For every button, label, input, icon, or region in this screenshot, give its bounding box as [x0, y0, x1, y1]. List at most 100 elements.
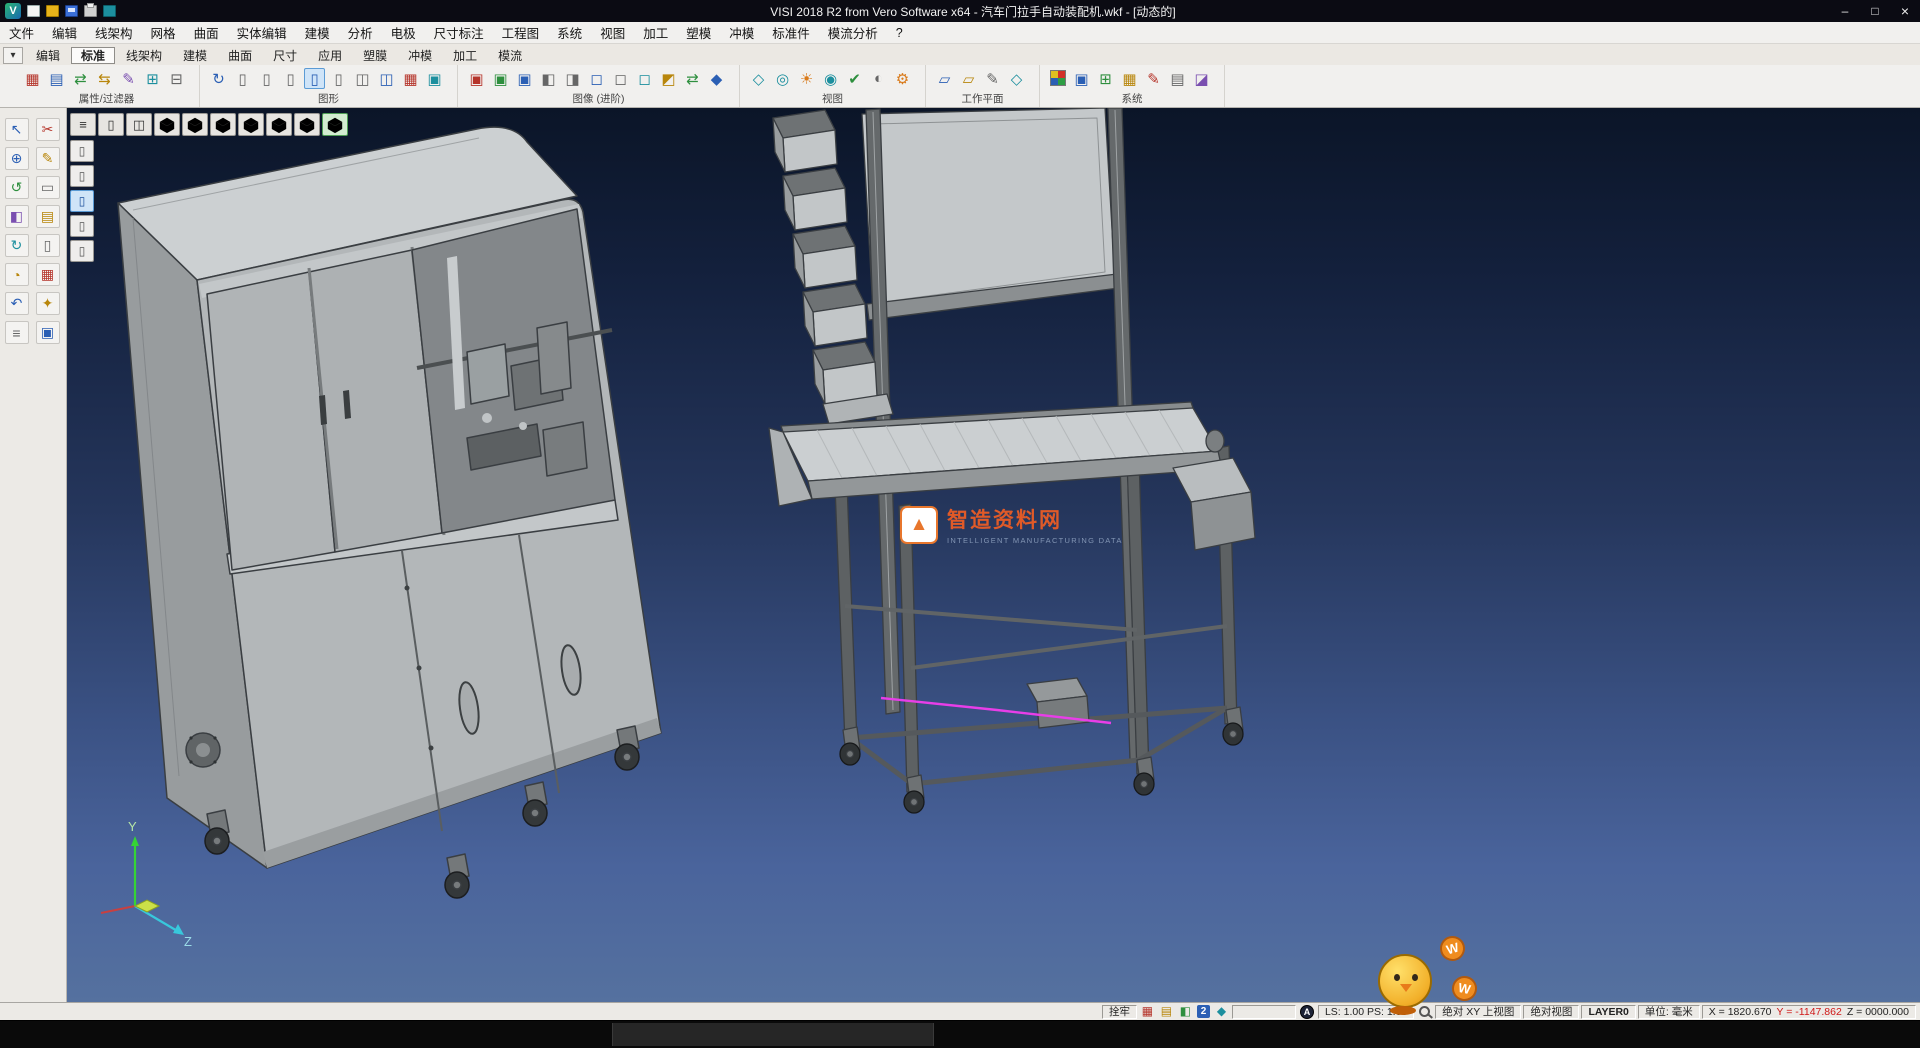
display-list-button-3[interactable] [70, 190, 94, 212]
workplane-alt-icon[interactable] [958, 68, 979, 89]
graphics-page-icon-4[interactable] [328, 68, 349, 89]
overlay-icon[interactable] [658, 68, 679, 89]
system-table-icon[interactable] [1167, 68, 1188, 89]
system-monitor-icon[interactable] [1071, 68, 1092, 89]
toolbar-dropdown-button[interactable]: ▾ [3, 47, 23, 64]
viewport-3d[interactable]: 智造资料网 INTELLIGENT MANUFACTURING DATA Y Z [67, 108, 1920, 1002]
menu-standard-parts[interactable]: 标准件 [763, 22, 819, 43]
iso-view-button-4[interactable] [238, 113, 264, 136]
wcs-status-icon[interactable] [1214, 1005, 1229, 1019]
half-shade-icon[interactable] [5, 205, 29, 228]
open-doc-status-icon[interactable] [1159, 1005, 1174, 1019]
favorite-star-icon[interactable] [36, 292, 60, 315]
display-list-button-1[interactable] [70, 140, 94, 162]
tab-mould[interactable]: 塑膜 [353, 47, 397, 64]
tab-standard[interactable]: 标准 [71, 47, 115, 64]
buffer-icon-3[interactable] [634, 68, 655, 89]
light-icon[interactable] [796, 68, 817, 89]
edit-pencil-icon[interactable] [36, 147, 60, 170]
view-split-button[interactable] [126, 113, 152, 136]
window-pair-icon-1[interactable] [352, 68, 373, 89]
graphics-page-icon-1[interactable] [232, 68, 253, 89]
save-file-icon[interactable] [65, 5, 78, 17]
pin-toggle[interactable]: 拴牢 [1102, 1005, 1137, 1019]
fill-status-icon[interactable] [1178, 1005, 1193, 1019]
sheet-icon[interactable] [36, 234, 60, 257]
graphics-page-icon-2[interactable] [256, 68, 277, 89]
edit-attributes-icon[interactable] [118, 68, 139, 89]
menu-solid-edit[interactable]: 实体编辑 [228, 22, 296, 43]
select-cursor-icon[interactable] [5, 118, 29, 141]
tab-progress[interactable]: 冲模 [398, 47, 442, 64]
menu-dimension[interactable]: 尺寸标注 [425, 22, 493, 43]
menu-machining[interactable]: 加工 [634, 22, 677, 43]
rectangle-icon[interactable] [36, 176, 60, 199]
system-edit-icon[interactable] [1143, 68, 1164, 89]
open-file-icon[interactable] [46, 5, 59, 17]
regen-icon[interactable] [5, 234, 29, 257]
system-layer-icon[interactable] [1191, 68, 1212, 89]
image-green-icon[interactable] [490, 68, 511, 89]
tab-machining[interactable]: 加工 [443, 47, 487, 64]
tab-dimension[interactable]: 尺寸 [263, 47, 307, 64]
tab-surface[interactable]: 曲面 [218, 47, 262, 64]
menu-modeling[interactable]: 建模 [296, 22, 339, 43]
menu-drawing[interactable]: 工程图 [493, 22, 549, 43]
focus-view-icon[interactable] [820, 68, 841, 89]
menu-edit[interactable]: 编辑 [43, 22, 86, 43]
tab-wireframe[interactable]: 线架构 [116, 47, 172, 64]
image-red-icon[interactable] [466, 68, 487, 89]
render-grid-icon[interactable] [400, 68, 421, 89]
menu-surface[interactable]: 曲面 [185, 22, 228, 43]
iso-view-button-1[interactable] [154, 113, 180, 136]
absolute-view-readout[interactable]: 绝对视图 [1523, 1005, 1579, 1019]
close-button[interactable]: × [1890, 0, 1920, 22]
filter-toggle-icon[interactable] [70, 68, 91, 89]
window-pair-icon-2[interactable] [376, 68, 397, 89]
iso-view-button-6[interactable] [294, 113, 320, 136]
layer-readout[interactable]: LAYER0 [1581, 1005, 1635, 1019]
color-palette-icon[interactable] [1050, 70, 1066, 86]
screen-display-icon[interactable] [424, 68, 445, 89]
property-table-icon[interactable] [46, 68, 67, 89]
redraw-icon[interactable] [208, 68, 229, 89]
system-grid-icon[interactable] [1119, 68, 1140, 89]
minimize-button[interactable]: – [1830, 0, 1860, 22]
image-blue-icon[interactable] [514, 68, 535, 89]
layer-list-icon[interactable] [5, 321, 29, 344]
split-right-icon[interactable] [562, 68, 583, 89]
display-list-button-5[interactable] [70, 240, 94, 262]
tab-edit[interactable]: 编辑 [26, 47, 70, 64]
plot-icon[interactable] [103, 5, 116, 17]
iso-view-button-3[interactable] [210, 113, 236, 136]
assistant-badge[interactable]: A [1300, 1005, 1314, 1019]
view-window-button[interactable] [98, 113, 124, 136]
remove-filter-icon[interactable] [166, 68, 187, 89]
machine-assembly-cabinet[interactable] [118, 127, 661, 898]
shaded-view-icon[interactable] [304, 68, 325, 89]
menu-file[interactable]: 文件 [0, 22, 43, 43]
tab-modeling[interactable]: 建模 [173, 47, 217, 64]
workplane-free-icon[interactable] [1006, 68, 1027, 89]
machine-conveyor-cart[interactable] [769, 108, 1255, 813]
trim-scissors-icon[interactable] [36, 118, 60, 141]
iso-view-button-7[interactable] [322, 113, 348, 136]
view-settings-gear-icon[interactable] [892, 68, 913, 89]
system-add-icon[interactable] [1095, 68, 1116, 89]
history-clock-icon[interactable] [5, 263, 29, 286]
wireframe-view-icon[interactable] [748, 68, 769, 89]
menu-wireframe[interactable]: 线架构 [86, 22, 142, 43]
menu-progress[interactable]: 冲模 [720, 22, 763, 43]
menu-electrode[interactable]: 电极 [382, 22, 425, 43]
undo-arrow-icon[interactable] [5, 292, 29, 315]
menu-help[interactable]: ? [887, 22, 912, 43]
workplane-icon[interactable] [934, 68, 955, 89]
print-icon[interactable] [84, 5, 97, 17]
menu-mesh[interactable]: 网格 [142, 22, 185, 43]
move-copy-icon[interactable] [5, 147, 29, 170]
menu-mould[interactable]: 塑模 [677, 22, 720, 43]
maximize-button[interactable]: □ [1860, 0, 1890, 22]
snap-grid-icon[interactable] [1140, 1005, 1155, 1019]
buffer-icon-2[interactable] [610, 68, 631, 89]
graphics-page-icon-3[interactable] [280, 68, 301, 89]
